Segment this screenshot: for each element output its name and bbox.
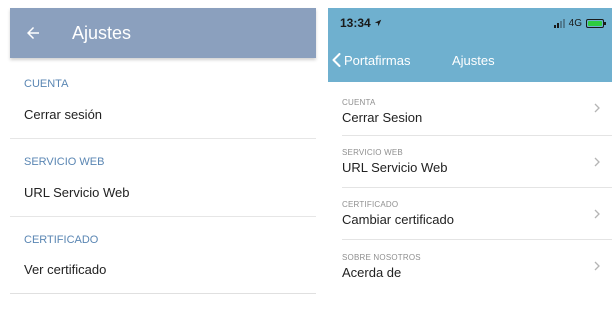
chevron-right-icon xyxy=(594,103,600,113)
ios-nav-bar: Portafirmas Ajustes xyxy=(328,38,612,82)
section-caption: CUENTA xyxy=(342,98,376,107)
settings-item-label: URL Servicio Web xyxy=(24,184,130,200)
section-header-cuenta: CUENTA xyxy=(24,78,69,90)
section-caption: SERVICIO WEB xyxy=(342,148,403,157)
settings-item-label: Ver certificado xyxy=(24,262,107,277)
settings-cell-web-service-url[interactable]: SERVICIO WEB URL Servicio Web xyxy=(342,136,612,188)
status-indicators: 4G xyxy=(553,17,606,29)
settings-item-view-certificate[interactable]: Ver certificado xyxy=(10,246,316,294)
android-settings-screen: Ajustes CUENTA Cerrar sesión SERVICIO WE… xyxy=(10,8,316,320)
signal-icon xyxy=(553,18,565,28)
settings-item-label: Cerrar sesión xyxy=(24,106,103,122)
settings-item-label: Acerda de xyxy=(342,264,402,280)
settings-item-label: Cerrar Sesion xyxy=(342,110,423,125)
settings-item-logout[interactable]: Cerrar sesión xyxy=(10,90,316,138)
back-button-label: Portafirmas xyxy=(344,52,411,68)
chevron-right-icon xyxy=(594,157,600,167)
section-header-certificate: CERTIFICADO xyxy=(10,216,316,246)
network-type: 4G xyxy=(568,17,582,29)
ios-settings-screen: 13:34 4G Portafirmas Ajustes CUENTA Cerr… xyxy=(328,8,612,320)
status-time-text: 13:34 xyxy=(340,16,371,30)
settings-cell-about[interactable]: SOBRE NOSOTROS Acerda de xyxy=(342,240,612,292)
chevron-right-icon xyxy=(594,209,600,219)
page-title: Ajustes xyxy=(72,22,132,43)
settings-cell-change-certificate[interactable]: CERTIFICADO Cambiar certificado xyxy=(342,188,612,240)
location-arrow-icon xyxy=(374,19,381,27)
section-caption: SOBRE NOSOTROS xyxy=(342,252,421,262)
settings-item-label: URL Servicio Web xyxy=(342,160,448,175)
ios-header: 13:34 4G Portafirmas Ajustes xyxy=(328,8,612,82)
status-bar: 13:34 4G xyxy=(328,8,612,38)
settings-item-label: Cambiar certificado xyxy=(342,212,454,227)
page-title: Ajustes xyxy=(452,52,495,68)
status-time: 13:34 xyxy=(340,16,382,30)
chevron-right-icon xyxy=(594,261,600,271)
android-app-bar: Ajustes xyxy=(10,8,316,58)
section-header-web-service: SERVICIO WEB xyxy=(10,138,316,168)
settings-cell-logout[interactable]: CUENTA Cerrar Sesion xyxy=(342,82,612,136)
arrow-left-icon xyxy=(27,27,39,39)
back-button[interactable]: Portafirmas xyxy=(332,53,410,68)
back-button[interactable] xyxy=(10,8,56,58)
settings-list: CUENTA Cerrar Sesion SERVICIO WEB URL Se… xyxy=(328,82,612,292)
section-caption: CERTIFICADO xyxy=(342,200,399,209)
settings-item-web-service-url[interactable]: URL Servicio Web xyxy=(10,168,316,216)
battery-icon xyxy=(586,18,606,28)
chevron-left-icon xyxy=(332,53,341,67)
